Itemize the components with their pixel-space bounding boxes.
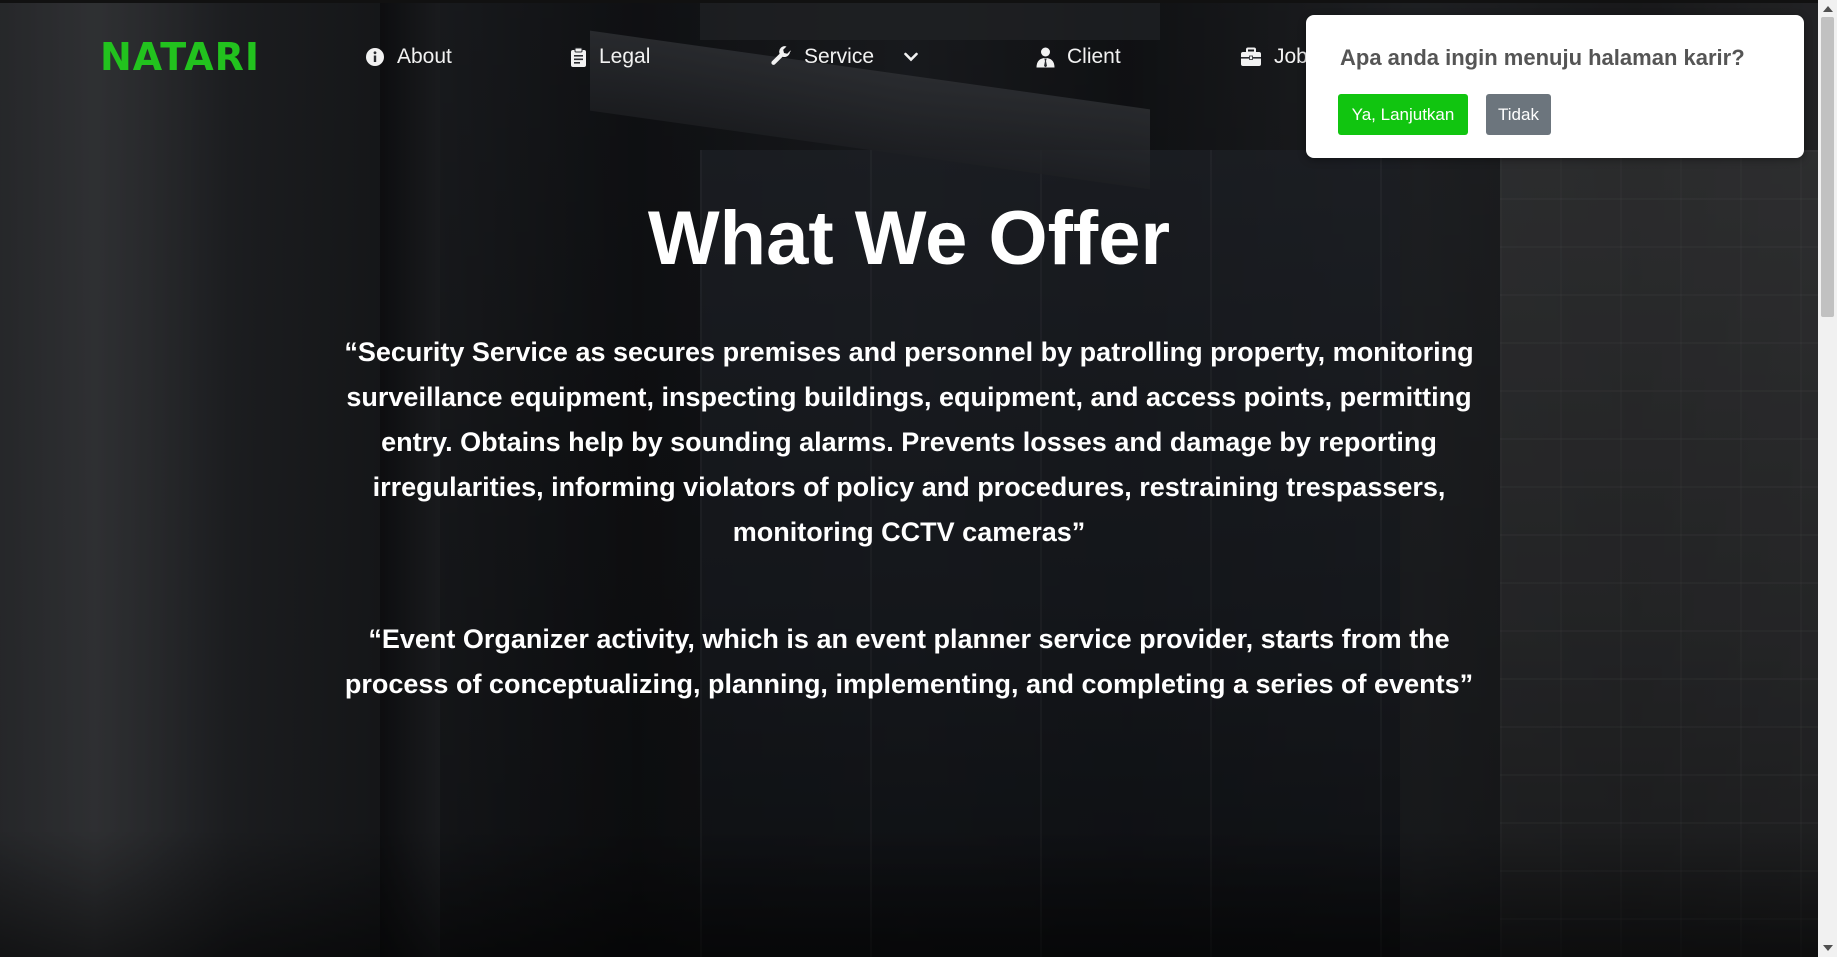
nav-item-label: Service	[804, 45, 875, 68]
info-circle-icon	[365, 47, 385, 67]
clipboard-icon	[570, 47, 587, 68]
hero-title: What We Offer	[647, 196, 1171, 281]
scroll-up-arrow-icon[interactable]	[1823, 6, 1833, 12]
user-tie-icon	[1036, 47, 1055, 68]
nav-item-label: About	[397, 45, 452, 68]
briefcase-icon	[1240, 47, 1262, 67]
brand-logo[interactable]: NATARI	[100, 35, 260, 79]
page: NATARI About Legal Service Client Job Wh…	[0, 0, 1837, 957]
nav-item-service[interactable]: Service	[770, 45, 918, 69]
wrench-icon	[770, 46, 792, 68]
confirm-button[interactable]: Ya, Lanjutkan	[1338, 94, 1468, 135]
nav-item-job[interactable]: Job	[1240, 45, 1308, 69]
security-service-description: “Security Service as secures premises an…	[344, 337, 1474, 547]
scroll-down-arrow-icon[interactable]	[1823, 945, 1833, 951]
nav-item-legal[interactable]: Legal	[570, 45, 650, 69]
nav-item-label: Job	[1274, 45, 1308, 68]
window-top-border	[0, 0, 1837, 3]
chevron-down-icon	[904, 52, 918, 62]
cancel-button[interactable]: Tidak	[1486, 94, 1551, 135]
career-redirect-dialog: Apa anda ingin menuju halaman karir? Ya,…	[1306, 15, 1804, 158]
nav-item-client[interactable]: Client	[1036, 45, 1121, 69]
event-organizer-description: “Event Organizer activity, which is an e…	[344, 624, 1474, 699]
vertical-scrollbar[interactable]	[1818, 0, 1837, 957]
scrollbar-thumb[interactable]	[1821, 17, 1834, 317]
nav-item-about[interactable]: About	[365, 45, 452, 69]
nav-item-label: Client	[1067, 45, 1121, 68]
nav-item-label: Legal	[599, 45, 651, 68]
dialog-message: Apa anda ingin menuju halaman karir?	[1340, 45, 1745, 70]
